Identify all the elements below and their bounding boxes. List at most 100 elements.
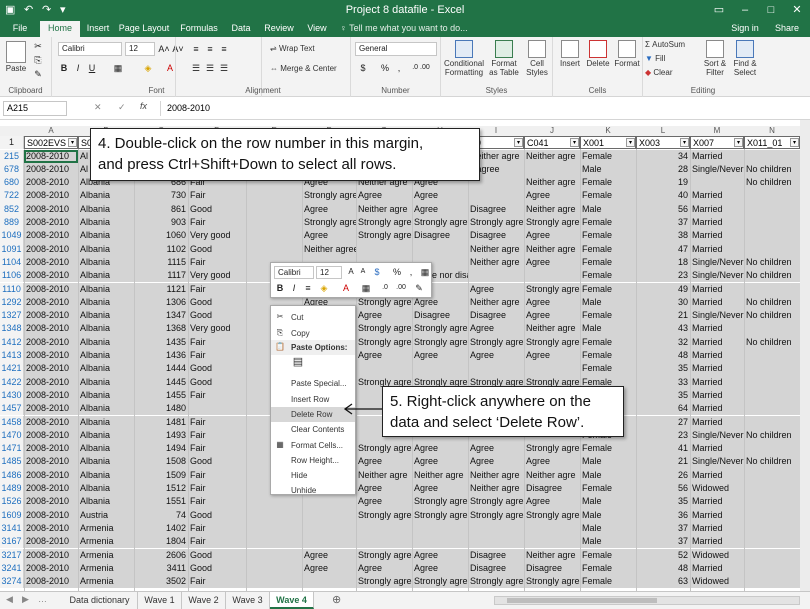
table-cell[interactable]: 30	[636, 295, 690, 310]
row-number[interactable]: 3167	[0, 535, 24, 549]
table-cell[interactable]: Married	[690, 202, 744, 216]
table-cell[interactable]: Female	[580, 269, 636, 283]
table-cell[interactable]: 23	[636, 269, 690, 283]
table-cell[interactable]: Strongly agre	[356, 548, 412, 562]
table-cell[interactable]: Albania	[78, 202, 134, 216]
table-cell[interactable]: Good	[188, 508, 246, 522]
table-cell[interactable]	[412, 242, 468, 256]
horizontal-scrollbar[interactable]	[494, 596, 800, 605]
table-cell[interactable]: No children	[744, 335, 800, 349]
table-cell[interactable]: Albania	[78, 216, 134, 230]
menu-item-paste-options[interactable]: 📋 Paste Options:	[271, 340, 355, 355]
filter-header-cell[interactable]: X011_01 ▾	[744, 136, 800, 149]
table-cell[interactable]: 1444	[134, 362, 188, 376]
menu-item-paste-option[interactable]: ▤	[271, 355, 355, 375]
table-cell[interactable]	[744, 468, 800, 482]
table-cell[interactable]: 19	[636, 176, 690, 190]
table-cell[interactable]: Single/Never	[690, 269, 744, 283]
spreadsheet-grid[interactable]: ABCDEFGHIJKLMN 2152008-2010AlNeither agr…	[0, 120, 810, 591]
table-cell[interactable]: 2008-2010	[24, 535, 78, 549]
table-cell[interactable]: Strongly agre	[412, 575, 468, 589]
table-cell[interactable]: Female	[580, 149, 636, 163]
tab-insert[interactable]: Insert	[82, 20, 114, 37]
fill-button[interactable]: ▼ Fill	[645, 54, 665, 63]
table-cell[interactable]: Armenia	[78, 575, 134, 589]
font-name-select[interactable]: Calibri	[58, 42, 122, 56]
row-number[interactable]: 1348	[0, 322, 24, 336]
menu-item-unhide[interactable]: Unhide	[271, 483, 355, 498]
table-cell[interactable]: 37	[636, 535, 690, 549]
table-cell[interactable]: 37	[636, 216, 690, 230]
table-cell[interactable]: Agree	[356, 455, 412, 469]
table-cell[interactable]: Strongly agre	[412, 322, 468, 336]
table-cell[interactable]: No children	[744, 428, 800, 443]
table-cell[interactable]: Female	[580, 548, 636, 562]
table-cell[interactable]: 41	[636, 442, 690, 456]
table-cell[interactable]: Male	[580, 455, 636, 469]
delete-cells-button[interactable]: Delete	[585, 40, 611, 68]
table-cell[interactable]	[744, 495, 800, 509]
table-cell[interactable]: Armenia	[78, 521, 134, 536]
table-cell[interactable]: Fair	[188, 349, 246, 363]
table-cell[interactable]: Agree	[302, 229, 356, 243]
mini-increase-decimal-icon[interactable]: .0	[379, 282, 391, 294]
table-cell[interactable]: 3411	[134, 561, 188, 576]
table-cell[interactable]	[744, 229, 800, 243]
table-cell[interactable]	[246, 535, 302, 549]
table-cell[interactable]: Strongly agre	[524, 282, 580, 296]
table-cell[interactable]: Strongly agre	[356, 575, 412, 589]
tab-home[interactable]: Home	[40, 21, 80, 37]
table-cell[interactable]: Single/Never	[690, 255, 744, 270]
table-cell[interactable]: Strongly agre	[468, 575, 524, 589]
mini-align-icon[interactable]: ≡	[302, 282, 314, 294]
menu-item-clear-contents[interactable]: Clear Contents	[271, 422, 355, 437]
table-cell[interactable]: Fair	[188, 495, 246, 509]
table-cell[interactable]	[744, 202, 800, 216]
table-cell[interactable]: Agree	[356, 495, 412, 509]
table-cell[interactable]: Male	[580, 508, 636, 522]
table-cell[interactable]	[246, 508, 302, 522]
table-cell[interactable]: No children	[744, 176, 800, 190]
table-cell[interactable]: Albania	[78, 362, 134, 376]
table-cell[interactable]: 56	[636, 202, 690, 216]
filter-dropdown-icon[interactable]: ▾	[790, 138, 799, 147]
table-cell[interactable]: Married	[690, 415, 744, 429]
table-cell[interactable]: Married	[690, 242, 744, 256]
mini-decrease-decimal-icon[interactable]: .00	[395, 282, 407, 294]
table-cell[interactable]: 26	[636, 468, 690, 482]
table-cell[interactable]: Albania	[78, 282, 134, 296]
table-cell[interactable]: Strongly agre	[412, 216, 468, 230]
row-number[interactable]: 1470	[0, 428, 24, 443]
mini-grow-font-icon[interactable]: A	[345, 266, 357, 278]
mini-font-color-icon[interactable]: A	[340, 282, 352, 294]
table-cell[interactable]	[246, 189, 302, 203]
table-cell[interactable]: Agree	[412, 548, 468, 562]
table-cell[interactable]: Agree	[524, 455, 580, 469]
table-cell[interactable]: Female	[580, 282, 636, 296]
table-cell[interactable]: Albania	[78, 322, 134, 336]
table-cell[interactable]: Widowed	[690, 575, 744, 589]
table-cell[interactable]: Neither agre	[524, 242, 580, 256]
sheet-tab-wave-4[interactable]: Wave 4	[270, 592, 314, 609]
table-cell[interactable]: No children	[744, 162, 800, 177]
more-sheets-icon[interactable]: …	[38, 594, 47, 604]
sort-filter-button[interactable]: Sort & Filter	[701, 40, 729, 77]
row-number[interactable]: 1110	[0, 282, 24, 296]
table-cell[interactable]: Fair	[188, 388, 246, 403]
table-cell[interactable]: 35	[636, 495, 690, 509]
table-cell[interactable]: 2008-2010	[24, 402, 78, 416]
filter-header-cell[interactable]: S002EVS ▾	[24, 136, 78, 149]
table-cell[interactable]: Married	[690, 442, 744, 456]
table-cell[interactable]: Disagree	[412, 309, 468, 323]
table-cell[interactable]: Agree	[468, 349, 524, 363]
table-cell[interactable]: Agree	[302, 561, 356, 576]
table-cell[interactable]: Disagree	[468, 229, 524, 243]
table-cell[interactable]: Male	[580, 322, 636, 336]
mini-comma-icon[interactable]: ,	[405, 266, 417, 278]
column-header[interactable]: L	[636, 126, 690, 136]
table-cell[interactable]: Albania	[78, 229, 134, 243]
table-cell[interactable]: Armenia	[78, 561, 134, 576]
table-cell[interactable]	[356, 521, 412, 536]
table-cell[interactable]: Good	[188, 362, 246, 376]
row-number[interactable]: 889	[0, 216, 24, 230]
